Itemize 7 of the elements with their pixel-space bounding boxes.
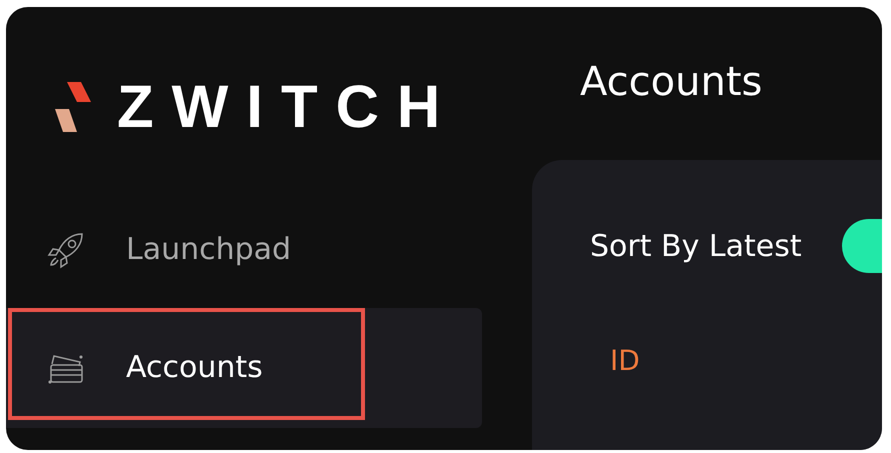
logo-mark-icon [55,82,91,132]
sidebar-item[interactable]: Launchpad [6,200,482,300]
page-title: Accounts [579,58,764,107]
sidebar-item[interactable]: Accounts [6,308,482,428]
column-header: ID [610,344,640,377]
sort-label: Sort By Latest [590,228,802,264]
logo-text: ZWITCH [117,77,458,137]
